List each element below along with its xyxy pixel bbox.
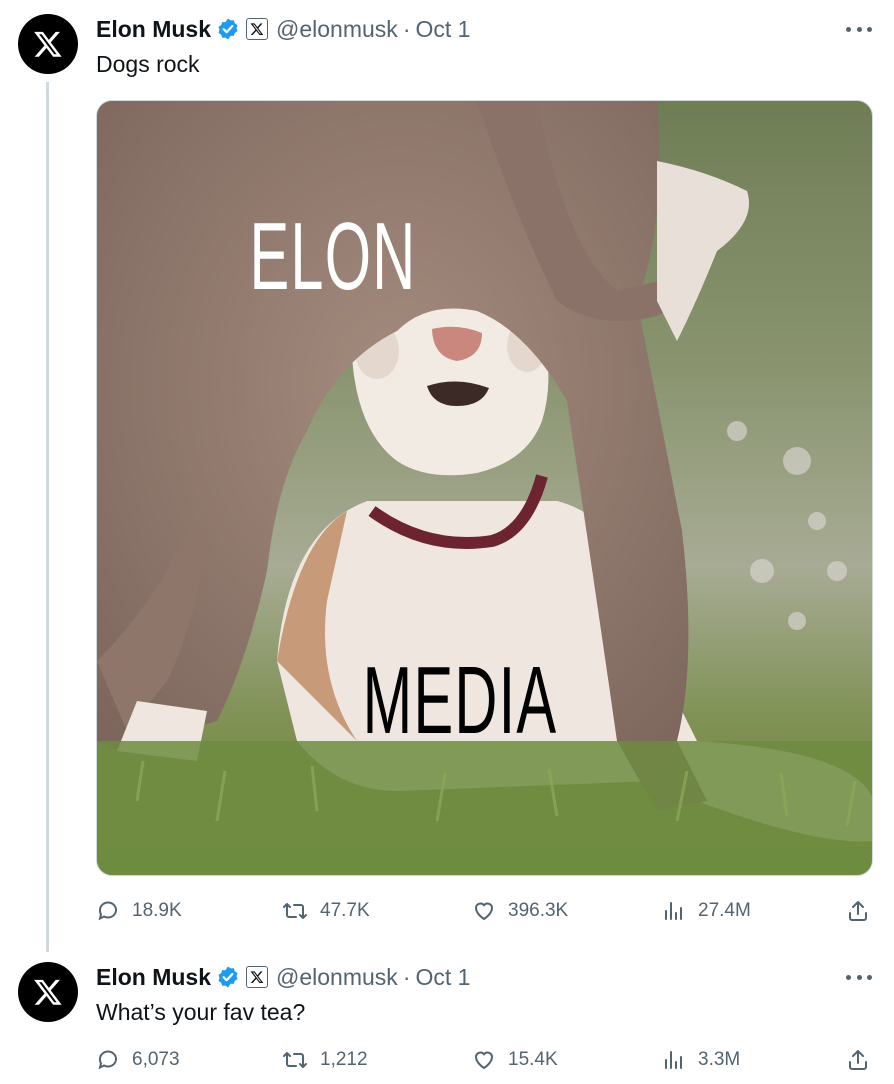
x-affiliate-badge-icon (246, 966, 269, 988)
like-icon (474, 902, 494, 921)
tweet-date[interactable]: Oct 1 (415, 964, 470, 991)
views-button[interactable]: 3.3M (662, 1045, 740, 1075)
retweet-count: 47.7K (320, 900, 370, 921)
retweet-button[interactable]: 1,212 (282, 1045, 368, 1075)
separator: · (402, 15, 411, 42)
share-icon (849, 1050, 867, 1070)
author-name[interactable]: Elon Musk (96, 16, 211, 43)
reply-count: 6,073 (132, 1049, 180, 1070)
reply-button[interactable]: 6,073 (96, 1045, 180, 1075)
author-handle[interactable]: @elonmusk (276, 16, 398, 43)
retweet-button[interactable]: 47.7K (282, 896, 370, 926)
share-button[interactable] (846, 1045, 882, 1075)
tweet-text: What’s your fav tea? (96, 999, 306, 1025)
retweet-icon (283, 1052, 307, 1068)
share-icon (849, 901, 867, 921)
tweet[interactable]: Elon Musk @elonmusk · Oct 1 Dogs rock EL… (0, 0, 894, 952)
reply-icon (98, 901, 117, 921)
like-icon (474, 1051, 494, 1070)
tweet-date[interactable]: Oct 1 (415, 16, 470, 43)
avatar[interactable] (18, 14, 78, 74)
views-icon (665, 1051, 682, 1069)
like-count: 396.3K (508, 900, 569, 921)
reply-icon (98, 1050, 117, 1070)
tweet[interactable]: Elon Musk @elonmusk · Oct 1 What’s your … (0, 948, 894, 1084)
views-icon (665, 902, 682, 920)
views-button[interactable]: 27.4M (662, 896, 751, 926)
tweet-actions: 18.9K 47.7K 396.3K 27.4M (96, 896, 876, 926)
avatar[interactable] (18, 962, 78, 1022)
x-logo-icon (34, 31, 62, 57)
tweet-header: Elon Musk @elonmusk · Oct 1 (96, 962, 470, 992)
more-icon[interactable] (846, 968, 872, 986)
more-icon[interactable] (846, 20, 872, 38)
meme-caption-bottom: MEDIA (362, 647, 558, 754)
verified-badge-icon (216, 965, 240, 989)
author-handle[interactable]: @elonmusk (276, 964, 398, 991)
tweet-media[interactable]: ELON MEDIA (96, 100, 873, 876)
x-logo-icon (34, 979, 62, 1005)
like-button[interactable]: 15.4K (472, 1045, 558, 1075)
views-count: 27.4M (698, 900, 751, 921)
thread-line (46, 82, 49, 952)
tweet-text: Dogs rock (96, 51, 200, 77)
retweet-icon (283, 903, 307, 919)
meme-caption-top: ELON (249, 203, 417, 310)
author-name[interactable]: Elon Musk (96, 964, 211, 991)
verified-badge-icon (216, 17, 240, 41)
tweet-actions: 6,073 1,212 15.4K 3.3M (96, 1045, 876, 1075)
like-count: 15.4K (508, 1049, 558, 1070)
share-button[interactable] (846, 896, 882, 926)
reply-button[interactable]: 18.9K (96, 896, 182, 926)
separator: · (402, 963, 411, 990)
reply-count: 18.9K (132, 900, 182, 921)
views-count: 3.3M (698, 1049, 741, 1070)
tweet-header: Elon Musk @elonmusk · Oct 1 (96, 14, 470, 44)
like-button[interactable]: 396.3K (472, 896, 568, 926)
x-affiliate-badge-icon (246, 18, 269, 40)
retweet-count: 1,212 (320, 1049, 368, 1070)
